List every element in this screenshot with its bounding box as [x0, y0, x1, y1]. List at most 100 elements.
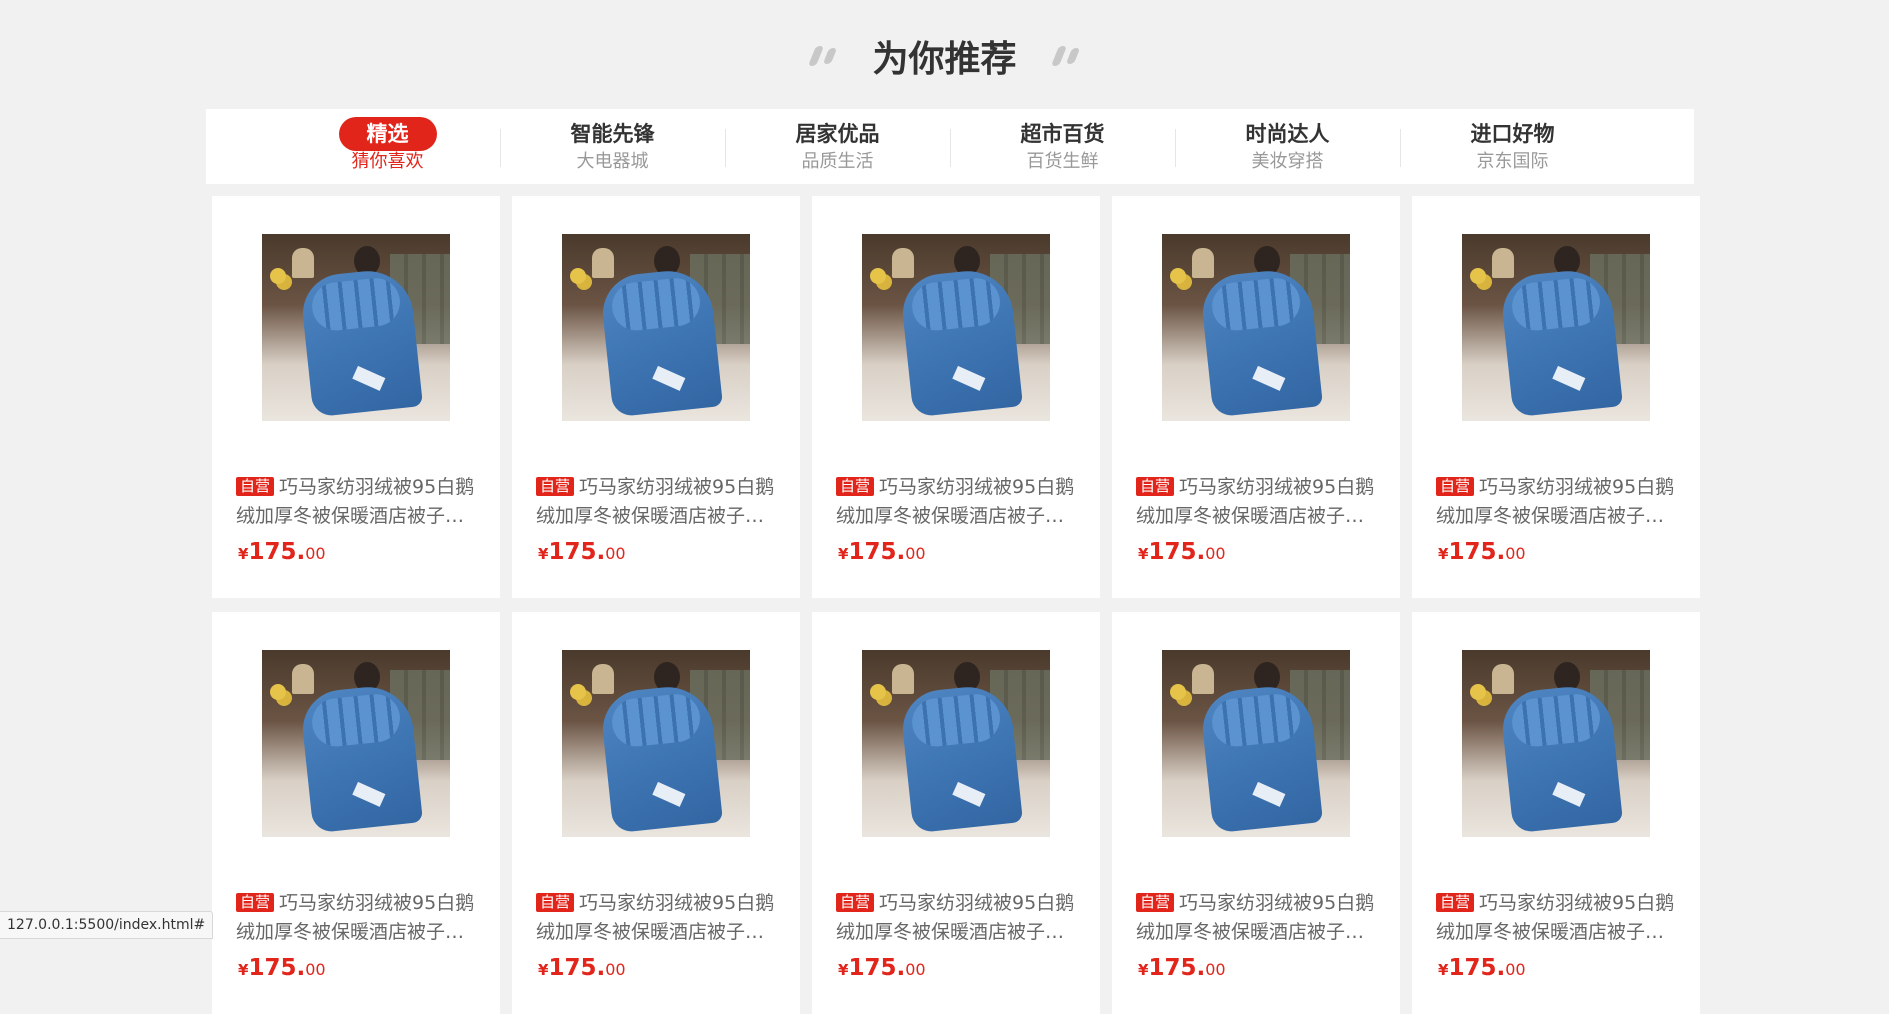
product-card[interactable]: 自营巧马家纺羽绒被95白鹅绒加厚冬被保暖酒店被子单人双人被芯 ¥175.00	[812, 612, 1100, 1014]
product-price: ¥175.00	[238, 539, 500, 565]
price-decimal: 00	[605, 960, 626, 979]
tab-smart-pioneer[interactable]: 智能先锋 大电器城	[500, 109, 725, 184]
tab-subtitle: 大电器城	[576, 151, 649, 172]
price-integer: 175.	[1148, 539, 1206, 565]
self-operated-badge: 自营	[536, 893, 575, 912]
product-price: ¥175.00	[838, 955, 1100, 981]
price-currency: ¥	[838, 545, 849, 563]
price-decimal: 00	[1205, 544, 1226, 563]
price-currency: ¥	[1438, 961, 1449, 979]
price-currency: ¥	[538, 545, 549, 563]
price-decimal: 00	[905, 960, 926, 979]
title-right-decoration	[1050, 46, 1080, 66]
tab-home-goods[interactable]: 居家优品 品质生活	[725, 109, 950, 184]
product-name[interactable]: 自营巧马家纺羽绒被95白鹅绒加厚冬被保暖酒店被子单人双人被芯	[1436, 473, 1676, 531]
quilt-product-image[interactable]	[562, 234, 750, 421]
product-name[interactable]: 自营巧马家纺羽绒被95白鹅绒加厚冬被保暖酒店被子单人双人被芯	[1436, 889, 1676, 947]
tab-featured[interactable]: 精选 猜你喜欢	[275, 109, 500, 184]
product-name[interactable]: 自营巧马家纺羽绒被95白鹅绒加厚冬被保暖酒店被子单人双人被芯	[536, 889, 776, 947]
quilt-product-image[interactable]	[262, 234, 450, 421]
product-card[interactable]: 自营巧马家纺羽绒被95白鹅绒加厚冬被保暖酒店被子单人双人被芯 ¥175.00	[212, 196, 500, 598]
price-integer: 175.	[1148, 955, 1206, 981]
quilt-product-image[interactable]	[1462, 650, 1650, 837]
quilt-product-image[interactable]	[1162, 234, 1350, 421]
self-operated-badge: 自营	[1136, 477, 1175, 496]
price-integer: 175.	[248, 955, 306, 981]
product-card[interactable]: 自营巧马家纺羽绒被95白鹅绒加厚冬被保暖酒店被子单人双人被芯 ¥175.00	[1112, 612, 1400, 1014]
product-price: ¥175.00	[538, 955, 800, 981]
tab-title: 时尚达人	[1245, 122, 1330, 146]
quilt-product-image[interactable]	[862, 234, 1050, 421]
quilt-product-image[interactable]	[262, 650, 450, 837]
price-integer: 175.	[248, 539, 306, 565]
product-price: ¥175.00	[1438, 955, 1700, 981]
price-integer: 175.	[848, 955, 906, 981]
price-currency: ¥	[538, 961, 549, 979]
self-operated-badge: 自营	[1436, 893, 1475, 912]
tab-title: 进口好物	[1470, 122, 1555, 146]
price-integer: 175.	[1448, 955, 1506, 981]
product-name[interactable]: 自营巧马家纺羽绒被95白鹅绒加厚冬被保暖酒店被子单人双人被芯	[236, 473, 476, 531]
self-operated-badge: 自营	[836, 893, 875, 912]
tab-supermarket[interactable]: 超市百货 百货生鲜	[950, 109, 1175, 184]
self-operated-badge: 自营	[836, 477, 875, 496]
price-currency: ¥	[238, 961, 249, 979]
tab-title: 精选	[338, 117, 437, 151]
quilt-product-image[interactable]	[862, 650, 1050, 837]
tab-subtitle: 品质生活	[801, 151, 874, 172]
price-currency: ¥	[838, 961, 849, 979]
product-card[interactable]: 自营巧马家纺羽绒被95白鹅绒加厚冬被保暖酒店被子单人双人被芯 ¥175.00	[1412, 612, 1700, 1014]
recommend-tabbar: 精选 猜你喜欢 智能先锋 大电器城 居家优品 品质生活 超市百货 百货生鲜 时尚…	[206, 109, 1694, 184]
product-price: ¥175.00	[1138, 539, 1400, 565]
price-decimal: 00	[905, 544, 926, 563]
price-integer: 175.	[848, 539, 906, 565]
tab-imported[interactable]: 进口好物 京东国际	[1400, 109, 1625, 184]
price-decimal: 00	[1205, 960, 1226, 979]
self-operated-badge: 自营	[236, 477, 275, 496]
product-name[interactable]: 自营巧马家纺羽绒被95白鹅绒加厚冬被保暖酒店被子单人双人被芯	[1136, 889, 1376, 947]
tab-title: 居家优品	[795, 122, 880, 146]
title-left-decoration	[808, 46, 838, 66]
self-operated-badge: 自营	[536, 477, 575, 496]
product-card[interactable]: 自营巧马家纺羽绒被95白鹅绒加厚冬被保暖酒店被子单人双人被芯 ¥175.00	[1412, 196, 1700, 598]
tab-title: 智能先锋	[570, 122, 655, 146]
price-currency: ¥	[238, 545, 249, 563]
section-title: 为你推荐	[872, 39, 1017, 80]
price-currency: ¥	[1138, 961, 1149, 979]
price-currency: ¥	[1438, 545, 1449, 563]
product-name[interactable]: 自营巧马家纺羽绒被95白鹅绒加厚冬被保暖酒店被子单人双人被芯	[836, 889, 1076, 947]
product-name[interactable]: 自营巧马家纺羽绒被95白鹅绒加厚冬被保暖酒店被子单人双人被芯	[236, 889, 476, 947]
price-decimal: 00	[305, 960, 326, 979]
product-card[interactable]: 自营巧马家纺羽绒被95白鹅绒加厚冬被保暖酒店被子单人双人被芯 ¥175.00	[512, 196, 800, 598]
section-header: 为你推荐	[0, 30, 1889, 82]
price-decimal: 00	[1505, 544, 1526, 563]
product-price: ¥175.00	[1438, 539, 1700, 565]
product-name[interactable]: 自营巧马家纺羽绒被95白鹅绒加厚冬被保暖酒店被子单人双人被芯	[536, 473, 776, 531]
quilt-product-image[interactable]	[1462, 234, 1650, 421]
self-operated-badge: 自营	[1136, 893, 1175, 912]
product-card[interactable]: 自营巧马家纺羽绒被95白鹅绒加厚冬被保暖酒店被子单人双人被芯 ¥175.00	[812, 196, 1100, 598]
product-price: ¥175.00	[238, 955, 500, 981]
product-grid: 自营巧马家纺羽绒被95白鹅绒加厚冬被保暖酒店被子单人双人被芯 ¥175.00 自…	[212, 196, 1702, 1014]
product-name[interactable]: 自营巧马家纺羽绒被95白鹅绒加厚冬被保暖酒店被子单人双人被芯	[1136, 473, 1376, 531]
tab-subtitle: 百货生鲜	[1026, 151, 1099, 172]
price-decimal: 00	[305, 544, 326, 563]
quilt-product-image[interactable]	[562, 650, 750, 837]
product-card[interactable]: 自营巧马家纺羽绒被95白鹅绒加厚冬被保暖酒店被子单人双人被芯 ¥175.00	[512, 612, 800, 1014]
price-integer: 175.	[548, 539, 606, 565]
product-price: ¥175.00	[538, 539, 800, 565]
price-decimal: 00	[605, 544, 626, 563]
product-card[interactable]: 自营巧马家纺羽绒被95白鹅绒加厚冬被保暖酒店被子单人双人被芯 ¥175.00	[1112, 196, 1400, 598]
price-integer: 175.	[548, 955, 606, 981]
quilt-product-image[interactable]	[1162, 650, 1350, 837]
tab-subtitle: 京东国际	[1476, 151, 1549, 172]
product-price: ¥175.00	[838, 539, 1100, 565]
tab-subtitle: 美妆穿搭	[1251, 151, 1324, 172]
price-decimal: 00	[1505, 960, 1526, 979]
product-name[interactable]: 自营巧马家纺羽绒被95白鹅绒加厚冬被保暖酒店被子单人双人被芯	[836, 473, 1076, 531]
self-operated-badge: 自营	[236, 893, 275, 912]
product-price: ¥175.00	[1138, 955, 1400, 981]
product-card[interactable]: 自营巧马家纺羽绒被95白鹅绒加厚冬被保暖酒店被子单人双人被芯 ¥175.00	[212, 612, 500, 1014]
tab-fashion[interactable]: 时尚达人 美妆穿搭	[1175, 109, 1400, 184]
status-bar-url: 127.0.0.1:5500/index.html#	[0, 911, 214, 939]
